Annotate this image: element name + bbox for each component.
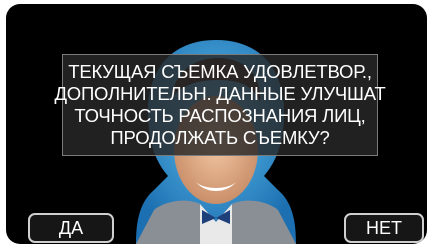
no-button[interactable]: НЕТ [344, 213, 424, 243]
face-registration-prompt: ТЕКУЩАЯ СЪЕМКА УДОВЛЕТВОР., ДОПОЛНИТЕЛЬН… [54, 54, 386, 156]
prompt-line-4: ПРОДОЛЖАТЬ СЪЕМКУ? [110, 127, 330, 148]
prompt-line-2: ДОПОЛНИТЕЛЬН. ДАННЫЕ УЛУЧШАТ [54, 83, 386, 104]
yes-button[interactable]: ДА [28, 213, 114, 243]
camera-lcd-screen: ТЕКУЩАЯ СЪЕМКА УДОВЛЕТВОР., ДОПОЛНИТЕЛЬН… [6, 4, 427, 244]
prompt-line-1: ТЕКУЩАЯ СЪЕМКА УДОВЛЕТВОР., [68, 61, 372, 82]
prompt-line-3: ТОЧНОСТЬ РАСПОЗНАНИЯ ЛИЦ, [74, 105, 366, 126]
